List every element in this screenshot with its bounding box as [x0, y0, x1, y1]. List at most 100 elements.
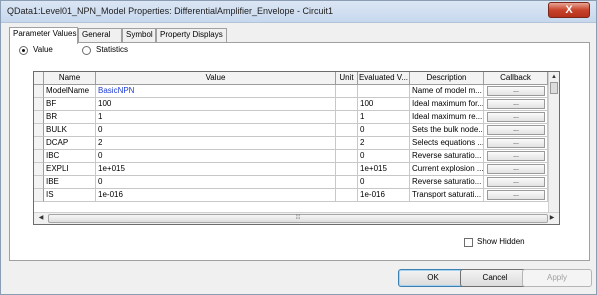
callback-button[interactable]: ...: [487, 151, 545, 161]
cell-description: Ideal maximum for...: [410, 98, 484, 111]
cell-callback: ...: [484, 137, 548, 150]
scroll-right-arrow-icon[interactable]: ▶: [547, 214, 557, 223]
callback-button[interactable]: ...: [487, 138, 545, 148]
callback-button[interactable]: ...: [487, 177, 545, 187]
cell-description: Sets the bulk node...: [410, 124, 484, 137]
cell-value[interactable]: BasicNPN: [96, 85, 336, 98]
row-header[interactable]: [34, 111, 44, 124]
cell-value[interactable]: 1e-016: [96, 189, 336, 202]
cell-evaluated: 1e+015: [358, 163, 410, 176]
properties-dialog: QData1:Level01_NPN_Model Properties: Dif…: [0, 0, 597, 295]
cell-value[interactable]: 0: [96, 176, 336, 189]
table-row[interactable]: IBC 0 0 Reverse saturatio......: [34, 150, 559, 163]
show-hidden-checkbox[interactable]: [464, 238, 473, 247]
cell-callback: ...: [484, 111, 548, 124]
cell-callback: ...: [484, 189, 548, 202]
cell-evaluated: 2: [358, 137, 410, 150]
cell-name: BF: [44, 98, 96, 111]
callback-button[interactable]: ...: [487, 99, 545, 109]
cell-value[interactable]: 1: [96, 111, 336, 124]
title-bar[interactable]: QData1:Level01_NPN_Model Properties: Dif…: [1, 1, 596, 23]
row-header[interactable]: [34, 137, 44, 150]
cell-name: DCAP: [44, 137, 96, 150]
column-header-evaluated[interactable]: Evaluated V...: [358, 72, 410, 85]
cell-evaluated: 1: [358, 111, 410, 124]
column-header-value[interactable]: Value: [96, 72, 336, 85]
callback-button[interactable]: ...: [487, 86, 545, 96]
cell-callback: ...: [484, 124, 548, 137]
value-radio[interactable]: [19, 46, 28, 55]
callback-button[interactable]: ...: [487, 190, 545, 200]
cell-value[interactable]: 2: [96, 137, 336, 150]
cell-value[interactable]: 0: [96, 124, 336, 137]
cell-name: ModelName: [44, 85, 96, 98]
cell-unit: [336, 124, 358, 137]
column-header-callback[interactable]: Callback: [484, 72, 548, 85]
cell-name: BULK: [44, 124, 96, 137]
cell-evaluated: 0: [358, 124, 410, 137]
value-radio-label[interactable]: Value: [33, 45, 53, 54]
scroll-left-arrow-icon[interactable]: ◀: [36, 214, 46, 223]
cell-value[interactable]: 100: [96, 98, 336, 111]
tab-general[interactable]: General: [78, 28, 122, 42]
table-row[interactable]: IS 1e-016 1e-016 Transport saturati......: [34, 189, 559, 202]
apply-button[interactable]: Apply: [522, 269, 592, 287]
cell-evaluated: [358, 85, 410, 98]
cell-value[interactable]: 0: [96, 150, 336, 163]
close-button[interactable]: X: [548, 2, 590, 18]
cell-evaluated: 0: [358, 150, 410, 163]
statistics-radio[interactable]: [82, 46, 91, 55]
callback-button[interactable]: ...: [487, 112, 545, 122]
row-header[interactable]: [34, 98, 44, 111]
table-row[interactable]: IBE 0 0 Reverse saturatio......: [34, 176, 559, 189]
cell-evaluated: 0: [358, 176, 410, 189]
horizontal-scroll-thumb[interactable]: ⁞⁞⁞: [48, 214, 548, 223]
table-row[interactable]: BF 100 100 Ideal maximum for......: [34, 98, 559, 111]
cell-callback: ...: [484, 176, 548, 189]
cell-evaluated: 100: [358, 98, 410, 111]
callback-button[interactable]: ...: [487, 164, 545, 174]
table-row[interactable]: EXPLI 1e+015 1e+015 Current explosion .....…: [34, 163, 559, 176]
window-title: QData1:Level01_NPN_Model Properties: Dif…: [7, 6, 333, 16]
vertical-scroll-thumb[interactable]: [550, 82, 558, 94]
cell-unit: [336, 111, 358, 124]
statistics-radio-label[interactable]: Statistics: [96, 45, 128, 54]
cancel-button[interactable]: Cancel: [460, 269, 530, 287]
cell-unit: [336, 163, 358, 176]
row-header[interactable]: [34, 85, 44, 98]
cell-description: Name of model m...: [410, 85, 484, 98]
table-row[interactable]: BULK 0 0 Sets the bulk node......: [34, 124, 559, 137]
row-header-corner: [34, 72, 44, 85]
row-header[interactable]: [34, 163, 44, 176]
show-hidden-label[interactable]: Show Hidden: [477, 237, 525, 246]
callback-button[interactable]: ...: [487, 125, 545, 135]
table-row[interactable]: BR 1 1 Ideal maximum re......: [34, 111, 559, 124]
column-header-description[interactable]: Description: [410, 72, 484, 85]
ok-button[interactable]: OK: [398, 269, 468, 287]
tab-property-displays[interactable]: Property Displays: [156, 28, 227, 42]
parameter-grid: Name Value Unit Evaluated V... Descripti…: [33, 71, 560, 225]
tab-parameter-values[interactable]: Parameter Values: [9, 27, 78, 44]
table-row[interactable]: DCAP 2 2 Selects equations ......: [34, 137, 559, 150]
column-header-unit[interactable]: Unit: [336, 72, 358, 85]
cell-name: IBE: [44, 176, 96, 189]
cell-callback: ...: [484, 163, 548, 176]
row-header[interactable]: [34, 176, 44, 189]
row-header[interactable]: [34, 189, 44, 202]
cell-description: Reverse saturatio...: [410, 176, 484, 189]
cell-description: Current explosion ...: [410, 163, 484, 176]
table-row[interactable]: ModelName BasicNPN Name of model m......: [34, 85, 559, 98]
row-header[interactable]: [34, 124, 44, 137]
cell-name: IS: [44, 189, 96, 202]
row-header[interactable]: [34, 150, 44, 163]
cell-unit: [336, 150, 358, 163]
radio-selected-dot: [22, 49, 25, 52]
vertical-scrollbar[interactable]: ▲: [548, 72, 559, 213]
cell-unit: [336, 189, 358, 202]
tab-symbol[interactable]: Symbol: [122, 28, 156, 42]
scroll-up-arrow-icon[interactable]: ▲: [550, 73, 558, 81]
column-header-name[interactable]: Name: [44, 72, 96, 85]
horizontal-scrollbar[interactable]: ◀ ⁞⁞⁞ ▶: [34, 212, 559, 224]
cell-description: Selects equations ...: [410, 137, 484, 150]
cell-value[interactable]: 1e+015: [96, 163, 336, 176]
